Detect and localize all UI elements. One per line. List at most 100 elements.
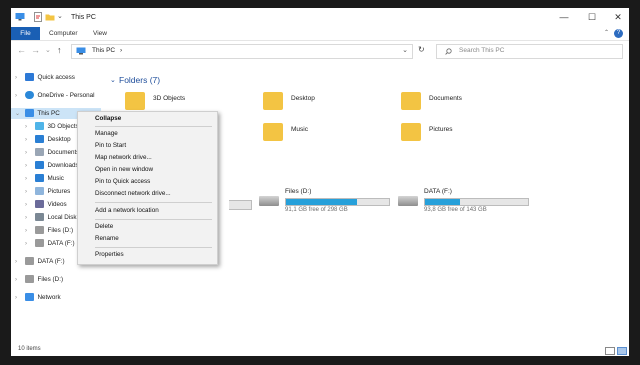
sidebar-item-label: Pictures — [47, 188, 71, 195]
menu-item-add-network-location[interactable]: Add a network location — [78, 205, 217, 217]
sidebar-item-documents[interactable]: › Documents — [25, 147, 79, 158]
maximize-button[interactable]: ☐ — [579, 10, 605, 25]
sidebar-item-music[interactable]: › Music — [25, 173, 64, 184]
expand-arrow-icon[interactable]: › — [15, 275, 23, 286]
menu-separator — [95, 126, 212, 127]
pictures-folder-icon — [401, 123, 421, 141]
3d-objects-icon — [34, 122, 44, 131]
tab-file[interactable]: File — [11, 27, 40, 40]
breadcrumb-this-pc[interactable]: This PC — [92, 47, 115, 54]
folder-3d-objects[interactable]: 3D Objects — [125, 92, 225, 112]
folder-pictures[interactable]: Pictures — [401, 123, 501, 143]
breadcrumb-chevron-icon[interactable]: › — [120, 47, 122, 54]
drive-usage-bar — [424, 198, 529, 206]
details-view-icon[interactable] — [605, 347, 615, 355]
sidebar-item-data-f[interactable]: › DATA (F:) — [25, 238, 75, 249]
sidebar-item-files-d[interactable]: › Files (D:) — [25, 225, 73, 236]
menu-item-collapse[interactable]: Collapse — [78, 113, 217, 125]
sidebar-item-downloads[interactable]: › Downloads — [25, 160, 79, 171]
sidebar-item-videos[interactable]: › Videos — [25, 199, 67, 210]
sidebar-item-network[interactable]: › Network — [15, 292, 61, 303]
tab-computer[interactable]: Computer — [49, 27, 78, 40]
menu-item-properties[interactable]: Properties — [78, 249, 217, 261]
folder-music[interactable]: Music — [263, 123, 363, 143]
menu-item-rename[interactable]: Rename — [78, 233, 217, 245]
sidebar-item-label: DATA (F:) — [37, 258, 65, 265]
address-dropdown-icon[interactable]: ⌄ — [402, 46, 408, 54]
expand-arrow-icon[interactable]: › — [25, 174, 33, 185]
menu-item-delete[interactable]: Delete — [78, 221, 217, 233]
window-title: This PC — [71, 14, 96, 21]
menu-item-open-in-new-window[interactable]: Open in new window — [78, 164, 217, 176]
search-icon — [445, 48, 452, 55]
expand-arrow-icon[interactable]: › — [25, 135, 33, 146]
forward-button[interactable]: → — [31, 45, 40, 55]
drive-icon — [34, 239, 44, 248]
sidebar-item-files-d-root[interactable]: › Files (D:) — [15, 274, 63, 285]
expand-arrow-icon[interactable]: › — [25, 161, 33, 172]
drive-icon — [24, 275, 34, 284]
search-input[interactable]: Search This PC — [459, 47, 504, 54]
item-count: 10 items — [18, 346, 41, 352]
drive-icon — [34, 226, 44, 235]
recent-locations-button[interactable]: ⌄ — [45, 46, 51, 54]
computer-icon — [24, 109, 34, 118]
expand-arrow-icon[interactable]: › — [25, 148, 33, 159]
sidebar-item-pictures[interactable]: › Pictures — [25, 186, 70, 197]
menu-separator — [95, 202, 212, 203]
folders-section-title[interactable]: Folders (7) — [110, 75, 160, 85]
close-button[interactable]: ✕ — [605, 10, 629, 25]
refresh-button[interactable]: ↻ — [418, 45, 425, 54]
status-bar: 10 items — [11, 346, 629, 356]
expand-arrow-icon[interactable]: › — [15, 257, 23, 268]
drive-usage-fill — [286, 199, 358, 205]
title-bar: ⌄ This PC — ☐ ✕ — [11, 8, 629, 27]
expand-arrow-icon[interactable]: › — [25, 226, 33, 237]
expand-arrow-icon[interactable]: › — [15, 293, 23, 304]
sidebar-item-3d-objects[interactable]: › 3D Objects — [25, 121, 79, 132]
sidebar-item-onedrive[interactable]: › OneDrive - Personal — [15, 90, 95, 101]
folder-documents[interactable]: Documents — [401, 92, 501, 112]
expand-arrow-icon[interactable]: › — [15, 91, 23, 102]
expand-arrow-icon[interactable]: › — [25, 200, 33, 211]
star-icon — [24, 73, 34, 82]
drive-free-space: 93,8 GB free of 143 GB — [424, 207, 487, 213]
sidebar-item-label: This PC — [37, 110, 60, 117]
music-folder-icon — [263, 123, 283, 141]
folder-label: Documents — [429, 95, 462, 102]
sidebar-item-quick-access[interactable]: › Quick access — [15, 72, 75, 83]
drive-files-d[interactable]: Files (D:) 91,1 GB free of 298 GB — [259, 188, 394, 220]
search-box[interactable]: Search This PC — [436, 44, 623, 59]
menu-item-manage[interactable]: Manage — [78, 128, 217, 140]
expand-arrow-icon[interactable]: › — [25, 122, 33, 133]
folder-label: 3D Objects — [153, 95, 186, 102]
menu-item-map-network-drive[interactable]: Map network drive... — [78, 152, 217, 164]
expand-arrow-icon[interactable]: › — [25, 187, 33, 198]
properties-icon[interactable] — [33, 12, 43, 22]
menu-item-pin-to-start[interactable]: Pin to Start — [78, 140, 217, 152]
quick-access-toolbar-dropdown-icon[interactable]: ⌄ — [57, 12, 63, 20]
sidebar-item-desktop[interactable]: › Desktop — [25, 134, 71, 145]
ribbon-expand-icon[interactable]: ⌃ — [604, 29, 609, 36]
expand-arrow-icon[interactable]: › — [25, 213, 33, 224]
tab-view[interactable]: View — [93, 27, 107, 40]
minimize-button[interactable]: — — [551, 10, 577, 25]
new-folder-icon[interactable] — [45, 12, 55, 22]
expand-arrow-icon[interactable]: › — [25, 239, 33, 250]
folder-desktop[interactable]: Desktop — [263, 92, 363, 112]
sidebar-item-label: Network — [37, 294, 61, 301]
help-button[interactable]: ? — [614, 29, 623, 38]
menu-item-pin-to-quick-access[interactable]: Pin to Quick access — [78, 176, 217, 188]
up-button[interactable]: ↑ — [57, 45, 62, 55]
drive-icon — [24, 257, 34, 266]
menu-item-disconnect-network-drive[interactable]: Disconnect network drive... — [78, 188, 217, 200]
sidebar-item-data-f-root[interactable]: › DATA (F:) — [15, 256, 65, 267]
large-icons-view-icon[interactable] — [617, 347, 627, 355]
context-menu: Collapse Manage Pin to Start Map network… — [77, 111, 218, 265]
expand-arrow-icon[interactable]: › — [15, 73, 23, 84]
collapse-arrow-icon[interactable]: ⌄ — [15, 109, 23, 120]
back-button[interactable]: ← — [17, 45, 26, 55]
sidebar-item-label: OneDrive - Personal — [37, 92, 95, 99]
address-bar[interactable]: This PC › ⌄ — [71, 44, 413, 59]
drive-data-f[interactable]: DATA (F:) 93,8 GB free of 143 GB — [398, 188, 533, 220]
